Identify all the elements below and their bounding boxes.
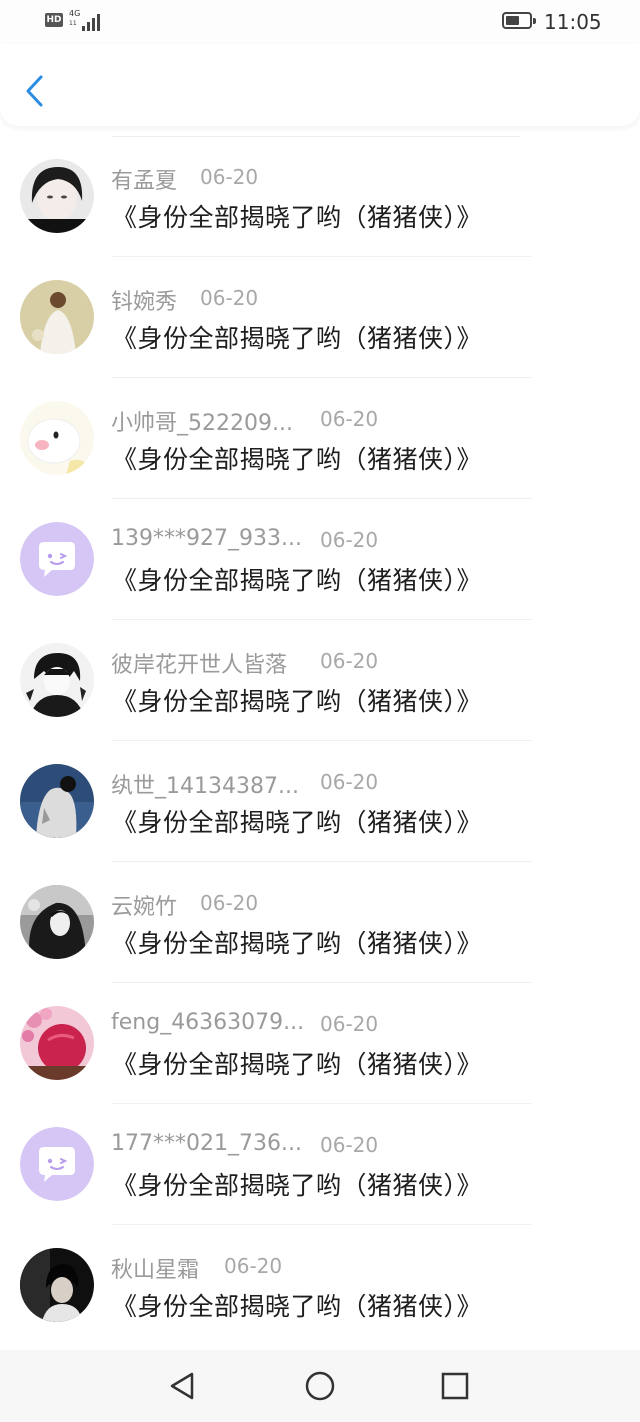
status-bar: HD 4G 11 11:05 (0, 0, 640, 44)
comment-date: 06-20 (224, 1254, 283, 1278)
nav-home-button[interactable] (302, 1368, 338, 1404)
comment-text: 《身份全部揭晓了哟（猪猪侠）》 (112, 687, 483, 716)
avatar[interactable] (20, 885, 94, 959)
list-item[interactable]: 秋山星霜 06-20 《身份全部揭晓了哟（猪猪侠）》 (0, 1225, 640, 1346)
comment-text: 《身份全部揭晓了哟（猪猪侠）》 (112, 1050, 483, 1079)
avatar[interactable] (20, 1006, 94, 1080)
hd-badge: HD (45, 13, 63, 27)
comment-date: 06-20 (200, 286, 259, 310)
avatar[interactable] (20, 522, 94, 596)
list-item[interactable]: 139***927_933... 06-20 《身份全部揭晓了哟（猪猪侠）》 (0, 499, 640, 620)
comment-text: 《身份全部揭晓了哟（猪猪侠）》 (112, 1292, 483, 1321)
system-nav-bar (0, 1350, 640, 1422)
signal-icon (80, 11, 102, 31)
comment-text: 《身份全部揭晓了哟（猪猪侠）》 (112, 324, 483, 353)
square-recents-icon (441, 1372, 469, 1400)
comment-date: 06-20 (320, 407, 379, 431)
network-type-label: 4G (69, 9, 81, 18)
status-time: 11:05 (544, 10, 602, 34)
battery-icon (502, 12, 536, 29)
comment-date: 06-20 (200, 165, 259, 189)
nav-recents-button[interactable] (437, 1368, 473, 1404)
comment-text: 《身份全部揭晓了哟（猪猪侠）》 (112, 808, 483, 837)
avatar[interactable] (20, 643, 94, 717)
chevron-left-icon (26, 75, 43, 107)
user-name: 纨世_14134387... (111, 774, 299, 799)
avatar[interactable] (20, 1248, 94, 1322)
list-item[interactable]: 钭婉秀 06-20 《身份全部揭晓了哟（猪猪侠）》 (0, 257, 640, 378)
header-bar (0, 44, 640, 126)
user-name: 彼岸花开世人皆落 (111, 653, 288, 678)
list-item[interactable]: 177***021_736... 06-20 《身份全部揭晓了哟（猪猪侠）》 (0, 1104, 640, 1225)
user-name: feng_46363079... (111, 1010, 305, 1035)
avatar[interactable] (20, 280, 94, 354)
user-name: 云婉竹 (111, 895, 178, 920)
nav-back-button[interactable] (164, 1368, 200, 1404)
comment-date: 06-20 (320, 528, 379, 552)
comment-text: 《身份全部揭晓了哟（猪猪侠）》 (112, 929, 483, 958)
comment-date: 06-20 (200, 891, 259, 915)
avatar[interactable] (20, 764, 94, 838)
user-name: 177***021_736... (111, 1131, 302, 1156)
user-name: 有孟夏 (111, 169, 178, 194)
list-item[interactable]: 纨世_14134387... 06-20 《身份全部揭晓了哟（猪猪侠）》 (0, 741, 640, 862)
comment-text: 《身份全部揭晓了哟（猪猪侠）》 (112, 566, 483, 595)
back-button[interactable] (14, 66, 54, 116)
comment-text: 《身份全部揭晓了哟（猪猪侠）》 (112, 445, 483, 474)
list-item[interactable]: feng_46363079... 06-20 《身份全部揭晓了哟（猪猪侠）》 (0, 983, 640, 1104)
comment-text: 《身份全部揭晓了哟（猪猪侠）》 (112, 1171, 483, 1200)
triangle-back-icon (170, 1372, 194, 1400)
comment-date: 06-20 (320, 1012, 379, 1036)
list-item[interactable]: 彼岸花开世人皆落 06-20 《身份全部揭晓了哟（猪猪侠）》 (0, 620, 640, 741)
list-item[interactable]: 小帅哥_522209... 06-20 《身份全部揭晓了哟（猪猪侠）》 (0, 378, 640, 499)
avatar[interactable] (20, 159, 94, 233)
comment-text: 《身份全部揭晓了哟（猪猪侠）》 (112, 203, 483, 232)
comment-date: 06-20 (320, 649, 379, 673)
avatar[interactable] (20, 401, 94, 475)
list-item[interactable]: 云婉竹 06-20 《身份全部揭晓了哟（猪猪侠）》 (0, 862, 640, 983)
comment-date: 06-20 (320, 1133, 379, 1157)
network-sub-label: 11 (69, 20, 77, 27)
user-name: 小帅哥_522209... (111, 411, 293, 436)
comment-date: 06-20 (320, 770, 379, 794)
circle-home-icon (305, 1371, 335, 1401)
user-name: 秋山星霜 (111, 1258, 200, 1283)
user-name: 139***927_933... (111, 526, 302, 551)
user-name: 钭婉秀 (111, 290, 178, 315)
list-item[interactable]: 有孟夏 06-20 《身份全部揭晓了哟（猪猪侠）》 (0, 136, 640, 257)
avatar[interactable] (20, 1127, 94, 1201)
